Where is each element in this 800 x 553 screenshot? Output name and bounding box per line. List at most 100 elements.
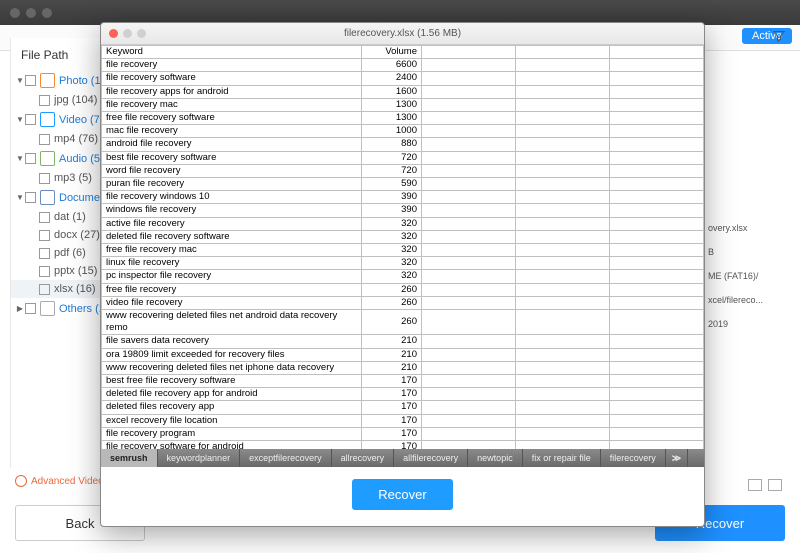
detail-filename: overy.xlsx [708, 216, 788, 240]
cell-volume: 210 [362, 335, 422, 348]
cell-keyword: file recovery apps for android [102, 85, 362, 98]
checkbox[interactable] [39, 266, 50, 277]
cell-keyword: video file recovery [102, 296, 362, 309]
chevron-down-icon[interactable]: ▼ [15, 76, 25, 85]
table-row: deleted file recovery app for android170 [102, 388, 704, 401]
close-icon[interactable] [109, 29, 118, 38]
refresh-icon [15, 475, 27, 487]
cell-volume: 1300 [362, 112, 422, 125]
cell-volume: 320 [362, 244, 422, 257]
chevron-down-icon[interactable]: ▶ [15, 304, 25, 313]
cell-volume: 320 [362, 270, 422, 283]
cell-keyword: puran file recovery [102, 178, 362, 191]
cell-keyword: mac file recovery [102, 125, 362, 138]
table-row: pc inspector file recovery320 [102, 270, 704, 283]
cell-keyword: best file recovery software [102, 151, 362, 164]
cell-keyword: deleted file recovery software [102, 230, 362, 243]
table-row: file recovery software for android170 [102, 441, 704, 449]
chevron-down-icon[interactable]: ▼ [15, 154, 25, 163]
cell-volume: 390 [362, 191, 422, 204]
table-row: free file recovery mac320 [102, 244, 704, 257]
sheet-tab[interactable]: keywordplanner [158, 449, 241, 467]
recover-button-preview[interactable]: Recover [352, 479, 452, 510]
list-view-icon[interactable] [768, 479, 782, 491]
chevron-down-icon[interactable]: ▼ [15, 193, 25, 202]
detail-path: xcel/filereco... [708, 288, 788, 312]
window-dot [26, 8, 36, 18]
category-icon [40, 190, 55, 205]
sheet-tab[interactable]: newtopic [468, 449, 523, 467]
cell-volume: 170 [362, 401, 422, 414]
view-toggle[interactable] [748, 479, 782, 491]
table-row: file recovery program170 [102, 427, 704, 440]
grid-view-icon[interactable] [748, 479, 762, 491]
table-row: android file recovery880 [102, 138, 704, 151]
cell-keyword: excel recovery file location [102, 414, 362, 427]
item-label: pdf (6) [54, 247, 86, 259]
chevron-down-icon[interactable]: ▼ [15, 115, 25, 124]
checkbox[interactable] [25, 153, 36, 164]
sheet-tab[interactable]: exceptfilerecovery [240, 449, 332, 467]
maximize-icon[interactable] [137, 29, 146, 38]
detail-volume: ME (FAT16)/ [708, 264, 788, 288]
cell-keyword: free file recovery software [102, 112, 362, 125]
cell-keyword: active file recovery [102, 217, 362, 230]
sheet-tab[interactable]: fix or repair file [523, 449, 601, 467]
cell-volume: 170 [362, 441, 422, 449]
cell-keyword: file recovery program [102, 427, 362, 440]
table-row: www recovering deleted files net iphone … [102, 361, 704, 374]
checkbox[interactable] [25, 303, 36, 314]
table-row: file recovery6600 [102, 59, 704, 72]
cell-volume: 170 [362, 414, 422, 427]
checkbox[interactable] [25, 114, 36, 125]
table-row: deleted file recovery software320 [102, 230, 704, 243]
checkbox[interactable] [39, 212, 50, 223]
detail-year: 2019 [708, 312, 788, 336]
sheet-tab[interactable]: filerecovery [601, 449, 666, 467]
sheet-tab[interactable]: semrush [101, 449, 158, 467]
table-row: excel recovery file location170 [102, 414, 704, 427]
more-tabs-icon[interactable]: ≫ [666, 449, 688, 467]
cell-volume: 260 [362, 283, 422, 296]
cell-volume: 210 [362, 361, 422, 374]
checkbox[interactable] [39, 248, 50, 259]
preview-footer: Recover [101, 467, 704, 526]
cell-keyword: ora 19809 limit exceeded for recovery fi… [102, 348, 362, 361]
minimize-icon[interactable] [123, 29, 132, 38]
checkbox[interactable] [25, 192, 36, 203]
checkbox[interactable] [39, 95, 50, 106]
category-icon [40, 73, 55, 88]
table-row: video file recovery260 [102, 296, 704, 309]
cell-keyword: www recovering deleted files net iphone … [102, 361, 362, 374]
cell-volume: 260 [362, 310, 422, 335]
cell-volume: 6600 [362, 59, 422, 72]
table-row: deleted files recovery app170 [102, 401, 704, 414]
cell-keyword: www recovering deleted files net android… [102, 310, 362, 335]
checkbox[interactable] [25, 75, 36, 86]
checkbox[interactable] [39, 134, 50, 145]
preview-titlebar[interactable]: filerecovery.xlsx (1.56 MB) [101, 23, 704, 45]
category-label: Audio (5) [59, 153, 104, 165]
cell-volume: 390 [362, 204, 422, 217]
file-details-panel: overy.xlsx B ME (FAT16)/ xcel/filereco..… [708, 216, 788, 336]
preview-body[interactable]: KeywordVolume file recovery6600 file rec… [101, 45, 704, 449]
checkbox[interactable] [39, 173, 50, 184]
window-dot [42, 8, 52, 18]
table-row: ora 19809 limit exceeded for recovery fi… [102, 348, 704, 361]
cell-volume: 320 [362, 257, 422, 270]
sheet-tab[interactable]: allfilerecovery [394, 449, 468, 467]
cell-volume: 590 [362, 178, 422, 191]
table-row: windows file recovery390 [102, 204, 704, 217]
filter-icon[interactable] [773, 30, 785, 42]
cell-volume: 170 [362, 388, 422, 401]
cell-keyword: file recovery [102, 59, 362, 72]
cell-keyword: word file recovery [102, 164, 362, 177]
checkbox[interactable] [39, 284, 50, 295]
table-row: free file recovery260 [102, 283, 704, 296]
cell-volume: 1300 [362, 98, 422, 111]
item-label: mp3 (5) [54, 172, 92, 184]
cell-keyword: file savers data recovery [102, 335, 362, 348]
checkbox[interactable] [39, 230, 50, 241]
cell-volume: 1000 [362, 125, 422, 138]
sheet-tab[interactable]: allrecovery [332, 449, 395, 467]
